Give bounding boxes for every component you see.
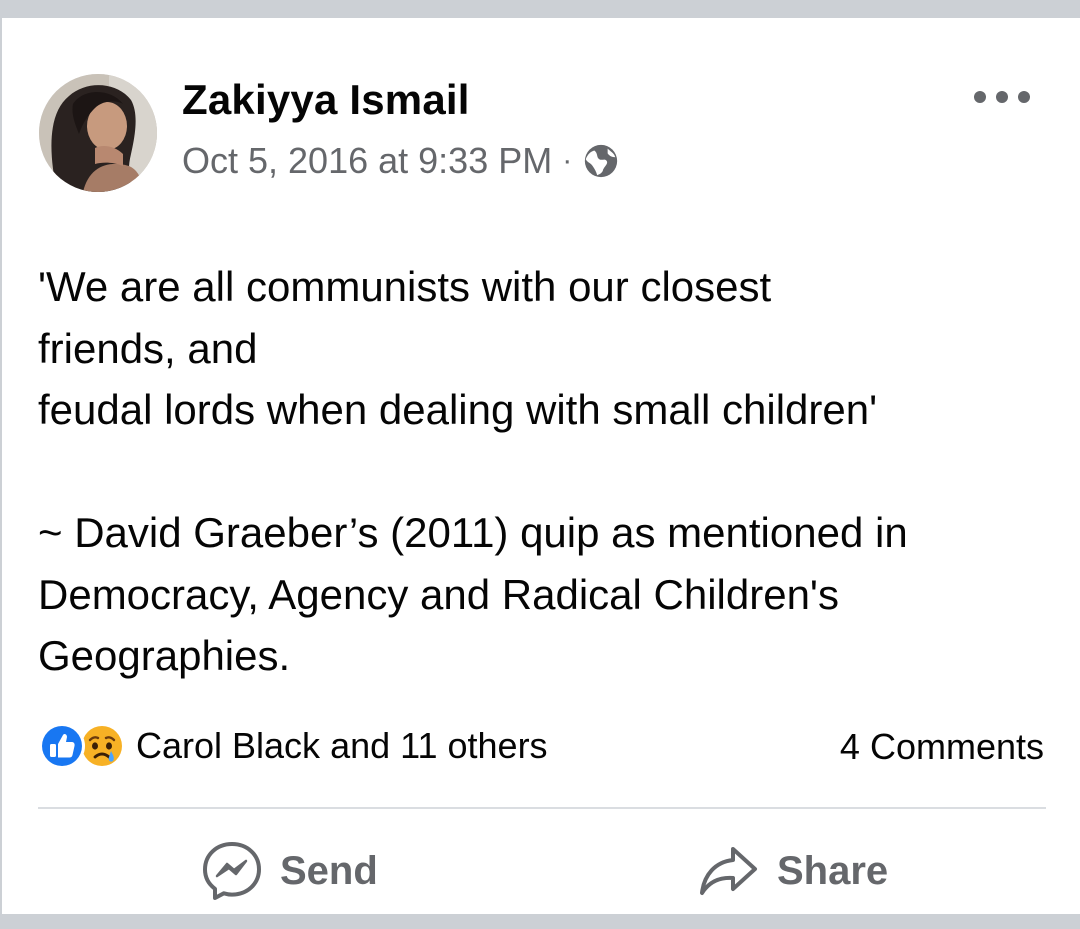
share-arrow-icon bbox=[700, 847, 757, 895]
avatar-photo bbox=[39, 74, 157, 192]
more-dot bbox=[1018, 91, 1030, 103]
actions-divider bbox=[38, 807, 1046, 809]
author-avatar[interactable] bbox=[39, 74, 157, 192]
send-button[interactable]: Send bbox=[200, 836, 378, 906]
share-button[interactable]: Share bbox=[697, 836, 888, 906]
reactions-label: Carol Black and 11 others bbox=[136, 725, 548, 766]
post-timestamp[interactable]: Oct 5, 2016 at 9:33 PM bbox=[182, 140, 552, 182]
post-meta: Oct 5, 2016 at 9:33 PM · bbox=[182, 140, 620, 182]
share-label: Share bbox=[777, 848, 889, 893]
globe-icon[interactable] bbox=[582, 142, 620, 180]
author-name[interactable]: Zakiyya Ismail bbox=[182, 76, 470, 124]
like-reaction-icon bbox=[39, 723, 85, 769]
post-body-text: 'We are all communists with our closest … bbox=[38, 263, 908, 679]
send-label: Send bbox=[280, 848, 378, 893]
more-dot bbox=[974, 91, 986, 103]
more-options-icon[interactable] bbox=[974, 82, 1030, 112]
reactions-summary[interactable]: Carol Black and 11 others bbox=[38, 722, 548, 770]
comments-count-link[interactable]: 4 Comments bbox=[840, 726, 1044, 768]
messenger-icon bbox=[203, 842, 261, 900]
more-dot bbox=[996, 91, 1008, 103]
meta-separator: · bbox=[562, 144, 573, 177]
post-card: Zakiyya Ismail Oct 5, 2016 at 9:33 PM · … bbox=[2, 18, 1080, 914]
